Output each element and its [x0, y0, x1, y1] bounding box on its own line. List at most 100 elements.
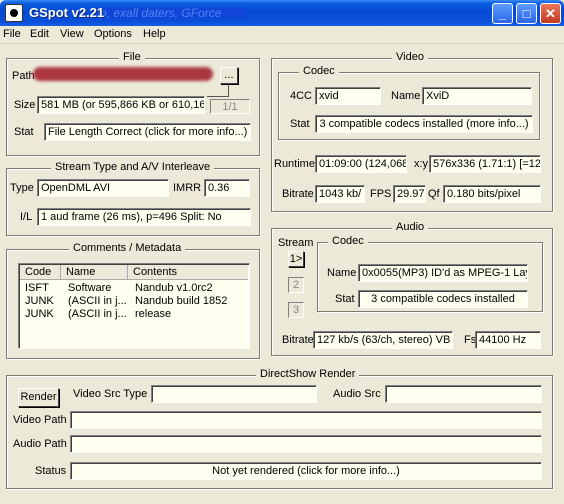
audio-bitrate-field[interactable]: 127 kb/s (63/ch, stereo) VB	[313, 331, 453, 349]
minimize-button[interactable]: _	[492, 3, 513, 24]
fps-field[interactable]: 29.97	[393, 185, 426, 203]
il-field[interactable]: 1 aud frame (26 ms), p=496 Split: No	[37, 208, 251, 226]
menu-help[interactable]: Help	[143, 28, 166, 40]
size-field[interactable]: 581 MB (or 595,866 KB or 610,16	[37, 96, 205, 114]
status-field[interactable]: Not yet rendered (click for more info...…	[70, 462, 542, 480]
list-header: Code Name Contents	[20, 265, 248, 280]
window-title-ghost: p, exall daters, GForce	[100, 6, 222, 20]
comments-group-label: Comments / Metadata	[69, 242, 186, 254]
stream-2-button[interactable]: 2	[288, 277, 304, 293]
audio-name-label: Name	[327, 267, 357, 279]
table-row[interactable]: ISFT Software Nandub v1.0rc2	[20, 282, 248, 295]
cell-contents: release	[135, 308, 172, 320]
audio-src-field[interactable]	[385, 385, 542, 403]
cell-code: ISFT	[25, 282, 49, 294]
fs-field[interactable]: 44100 Hz	[475, 331, 541, 349]
video-name-field[interactable]: XviD	[422, 87, 532, 105]
video-src-type-label: Video Src Type	[73, 388, 148, 400]
table-row[interactable]: JUNK (ASCII in j... Nandub build 1852	[20, 295, 248, 308]
audio-group-label: Audio	[392, 221, 429, 233]
size-label: Size	[14, 99, 36, 111]
close-button[interactable]: ✕	[540, 3, 561, 24]
path-redaction	[33, 67, 213, 81]
video-path-label: Video Path	[13, 414, 67, 426]
column-header-contents[interactable]: Contents	[128, 265, 249, 280]
metadata-list[interactable]: Code Name Contents ISFT Software Nandub …	[18, 263, 250, 349]
cell-name: (ASCII in j...	[68, 308, 127, 320]
audio-group: Audio Stream 1> 2 3 Codec Name 0x0055(MP…	[271, 221, 553, 356]
imrr-label: IMRR	[173, 182, 202, 194]
part-indicator[interactable]: 1/1	[210, 99, 250, 114]
stream-group: Stream Type and A/V Interleave Type Open…	[6, 161, 260, 236]
audio-bitrate-label: Bitrate	[282, 334, 314, 346]
title-bar: p, exall daters, GForce GSpot v2.21 _ □ …	[0, 0, 564, 26]
video-group-label: Video	[392, 51, 428, 63]
menu-edit[interactable]: Edit	[30, 28, 49, 40]
imrr-field[interactable]: 0.36	[204, 179, 250, 197]
video-codec-label: Codec	[299, 65, 339, 77]
cell-contents: Nandub v1.0rc2	[135, 282, 213, 294]
video-bitrate-label: Bitrate	[282, 188, 314, 200]
video-stat-label: Stat	[290, 118, 310, 130]
browse-button[interactable]: ...	[220, 67, 238, 84]
menu-bar: File Edit View Options Help	[0, 26, 564, 44]
audio-src-label: Audio Src	[333, 388, 381, 400]
cell-code: JUNK	[25, 308, 54, 320]
audio-stat-label: Stat	[335, 293, 355, 305]
cell-name: Software	[68, 282, 112, 294]
video-codec-group: Codec 4CC xvid Name XviD Stat 3 compatib…	[278, 65, 540, 140]
path-label: Path	[12, 70, 35, 82]
video-path-field[interactable]	[70, 411, 542, 429]
video-stat-field[interactable]: 3 compatible codecs installed (more info…	[315, 115, 533, 133]
audio-codec-group: Codec Name 0x0055(MP3) ID'd as MPEG-1 La…	[317, 235, 543, 312]
audio-name-field[interactable]: 0x0055(MP3) ID'd as MPEG-1 Lay	[358, 264, 528, 282]
directshow-group: DirectShow Render Render Video Src Type …	[6, 368, 553, 489]
qf-label: Qf	[428, 188, 440, 200]
fourcc-field[interactable]: xvid	[315, 87, 381, 105]
stream-3-button[interactable]: 3	[288, 302, 304, 318]
status-label: Status	[35, 465, 67, 477]
cell-name: (ASCII in j...	[68, 295, 127, 307]
menu-view[interactable]: View	[60, 28, 84, 40]
menu-file[interactable]: File	[3, 28, 21, 40]
cell-code: JUNK	[25, 295, 54, 307]
il-label: I/L	[20, 211, 33, 223]
audio-codec-label: Codec	[328, 235, 368, 247]
stream-1-button[interactable]: 1>	[288, 251, 304, 267]
render-button[interactable]: Render	[18, 388, 59, 407]
stream-group-label: Stream Type and A/V Interleave	[51, 161, 215, 173]
file-stat-field[interactable]: File Length Correct (click for more info…	[44, 123, 251, 141]
qf-field[interactable]: 0.180 bits/pixel	[443, 185, 541, 203]
type-field[interactable]: OpenDML AVI	[37, 179, 169, 197]
connector-line	[207, 96, 229, 97]
video-src-type-field[interactable]	[151, 385, 317, 403]
column-header-name[interactable]: Name	[61, 265, 128, 280]
audio-stat-field[interactable]: 3 compatible codecs installed	[358, 290, 528, 308]
xy-label: x:y	[414, 158, 429, 170]
cell-contents: Nandub build 1852	[135, 295, 228, 307]
file-group: File Path ... Size 581 MB (or 595,866 KB…	[6, 51, 260, 156]
audio-path-label: Audio Path	[13, 438, 67, 450]
table-row[interactable]: JUNK (ASCII in j... release	[20, 308, 248, 321]
window-title: GSpot v2.21	[29, 5, 105, 20]
fps-label: FPS	[370, 188, 392, 200]
column-header-code[interactable]: Code	[20, 265, 61, 280]
directshow-group-label: DirectShow Render	[256, 368, 360, 380]
video-bitrate-field[interactable]: 1043 kb/	[315, 185, 365, 203]
runtime-field[interactable]: 01:09:00 (124,068	[315, 155, 407, 173]
stat-label: Stat	[14, 126, 34, 138]
audio-path-field[interactable]	[70, 435, 542, 453]
stream-label: Stream	[278, 237, 314, 249]
runtime-label: Runtime	[274, 158, 315, 170]
video-group: Video Codec 4CC xvid Name XviD Stat 3 co…	[271, 51, 553, 212]
fourcc-label: 4CC	[290, 90, 313, 102]
file-group-label: File	[119, 51, 145, 63]
menu-options[interactable]: Options	[94, 28, 132, 40]
maximize-button[interactable]: □	[516, 3, 537, 24]
type-label: Type	[10, 182, 34, 194]
connector-line	[228, 84, 229, 96]
xy-field[interactable]: 576x336 (1.71:1) [=12	[429, 155, 541, 173]
comments-group: Comments / Metadata Code Name Contents I…	[6, 242, 260, 359]
app-icon[interactable]	[5, 4, 23, 22]
video-name-label: Name	[391, 90, 421, 102]
